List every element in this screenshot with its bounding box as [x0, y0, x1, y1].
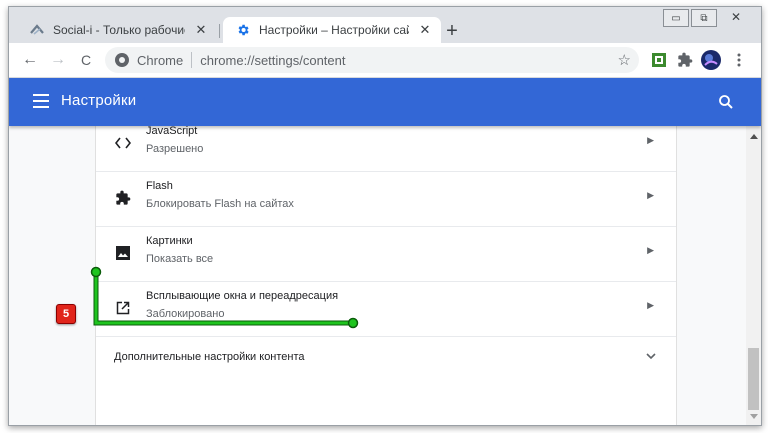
chrome-page-icon [115, 53, 129, 67]
close-window-button[interactable]: ✕ [719, 9, 753, 25]
arrow-right-icon: ▶ [647, 190, 654, 200]
row-title: JavaScript [146, 126, 198, 137]
step-number-badge: 5 [56, 304, 76, 324]
extensions-puzzle-icon[interactable] [675, 50, 695, 70]
row-title: Всплывающие окна и переадресация [146, 290, 339, 302]
restore-button[interactable]: ⧉ [691, 9, 717, 27]
new-tab-button[interactable]: + [441, 20, 463, 42]
tab-divider [219, 24, 220, 38]
url-scheme: chrome:// [200, 52, 255, 68]
extension-green-icon[interactable] [649, 50, 669, 70]
reload-button[interactable]: C [75, 49, 97, 71]
url-path: settings/content [254, 52, 346, 68]
vertical-scrollbar[interactable] [746, 126, 761, 425]
menu-kebab-icon[interactable] [729, 50, 749, 70]
omnibox-divider [191, 52, 193, 68]
row-title: Картинки [146, 235, 193, 247]
arrow-right-icon: ▶ [647, 135, 654, 145]
scrollbar-thumb[interactable] [748, 348, 759, 410]
omnibox-host: Chrome [137, 52, 184, 68]
profile-avatar[interactable] [701, 50, 721, 70]
content-settings-card: JavaScript Разрешено ▶ Flash Блокировать… [95, 126, 677, 425]
scroll-down-arrow-icon[interactable] [750, 414, 758, 419]
hamburger-menu-icon[interactable] [33, 94, 49, 108]
row-title: Flash [146, 180, 173, 192]
back-button[interactable]: ← [19, 49, 41, 71]
settings-gear-icon [235, 22, 251, 38]
row-status: Показать все [146, 253, 214, 265]
list-item-javascript[interactable]: JavaScript Разрешено ▶ [96, 126, 676, 172]
row-status: Разрешено [146, 143, 204, 155]
tab-strip: Social-i - Только рабочие инстр ✕ Настро… [9, 7, 761, 43]
tab-settings[interactable]: Настройки – Настройки сайтов ✕ [223, 17, 441, 43]
advanced-settings-label: Дополнительные настройки контента [114, 351, 305, 363]
advanced-settings-toggle[interactable]: Дополнительные настройки контента [96, 335, 676, 379]
search-icon[interactable] [717, 93, 735, 111]
tab-close-icon[interactable]: ✕ [417, 22, 433, 38]
puzzle-icon [114, 189, 132, 207]
minimize-button[interactable]: ▭ [663, 9, 689, 27]
settings-content: JavaScript Разрешено ▶ Flash Блокировать… [9, 126, 761, 425]
settings-header: Настройки [9, 78, 761, 126]
scroll-up-arrow-icon[interactable] [750, 134, 758, 139]
code-icon [114, 134, 132, 152]
page-title: Настройки [61, 92, 137, 109]
arrow-right-icon: ▶ [647, 245, 654, 255]
arrow-right-icon: ▶ [647, 300, 654, 310]
bookmark-star-icon[interactable]: ☆ [618, 51, 631, 69]
list-item-images[interactable]: Картинки Показать все ▶ [96, 226, 676, 282]
list-item-flash[interactable]: Flash Блокировать Flash на сайтах ▶ [96, 171, 676, 227]
forward-button[interactable]: → [47, 49, 69, 71]
address-bar[interactable]: Chrome chrome://settings/content ☆ [105, 47, 639, 73]
omnibox-url: chrome://settings/content [200, 53, 345, 68]
browser-toolbar: ← → C Chrome chrome://settings/content ☆ [9, 43, 761, 78]
tab-social-i[interactable]: Social-i - Только рабочие инстр ✕ [17, 17, 217, 43]
social-i-favicon-icon [29, 22, 45, 38]
browser-window: Social-i - Только рабочие инстр ✕ Настро… [8, 6, 762, 426]
tab-close-icon[interactable]: ✕ [193, 22, 209, 38]
window-controls: ▭ ⧉ ✕ [661, 9, 753, 27]
list-item-popups[interactable]: Всплывающие окна и переадресация Заблоки… [96, 281, 676, 337]
tab-title: Настройки – Настройки сайтов [259, 23, 409, 37]
row-status: Блокировать Flash на сайтах [146, 198, 294, 210]
tab-title: Social-i - Только рабочие инстр [53, 23, 185, 37]
image-icon [114, 244, 132, 262]
chevron-down-icon [644, 349, 658, 363]
row-status: Заблокировано [146, 308, 225, 320]
open-in-new-icon [114, 299, 132, 317]
